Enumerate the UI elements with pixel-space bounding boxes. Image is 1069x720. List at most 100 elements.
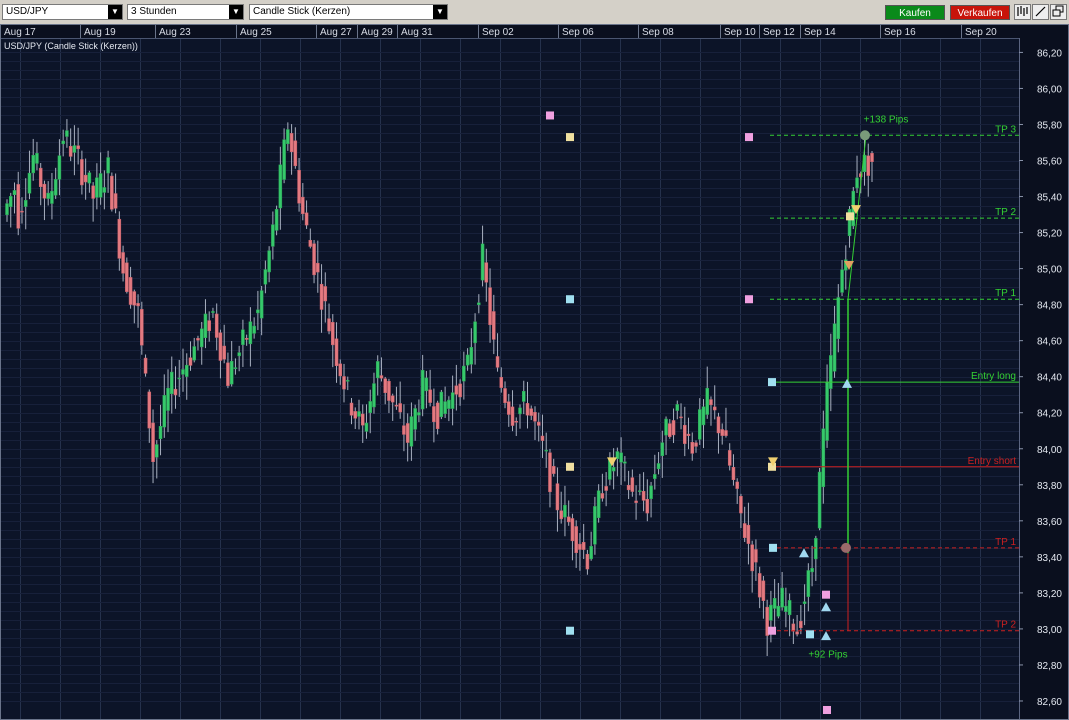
interval-select[interactable]: 3 Stunden ▼ [127,4,244,20]
candle-down [91,185,95,199]
chart-style-select[interactable]: Candle Stick (Kerzen) ▼ [249,4,448,20]
candle-down [570,518,575,542]
candle-down [683,424,687,444]
candle-down [548,452,552,493]
y-tick-label: 83,20 [1037,589,1062,600]
candle-down [739,496,743,514]
candle-down [581,542,586,550]
candle-up [155,444,159,458]
candle-up [241,329,245,345]
candle-up [181,369,185,375]
candle-up [465,354,470,366]
price-chart[interactable]: Aug 17 Aug 19 Aug 23 Aug 25 Aug 27 Aug 29 Aug … [0,24,1069,720]
signal-square [745,295,753,304]
candle-down [720,429,724,436]
candle-down [110,175,114,210]
level-label: Entry long [971,371,1016,382]
candle-down [147,391,152,429]
signal-square [546,111,554,120]
candle-up [619,452,623,463]
x-tick-label: Sep 16 [884,27,916,38]
candle-up [102,187,107,193]
candle-up [87,172,92,184]
candle-down [83,174,88,183]
candle-up [443,401,447,414]
candle-up [447,399,451,409]
candle-up [170,371,174,395]
candle-down [226,362,230,386]
chart-title: USD/JPY (Candle Stick (Kerzen)) [4,41,138,51]
candle-down [604,486,608,491]
candle-down [390,395,395,403]
candle-up [829,355,833,389]
candle-down [754,549,758,563]
candle-down [742,523,747,538]
candle-down [289,133,294,153]
bars-icon[interactable] [1014,4,1031,20]
candle-down [566,516,571,523]
x-tick-label: Sep 20 [965,27,997,38]
draw-line-icon[interactable] [1032,4,1049,20]
candle-down [514,420,519,423]
candle-down [578,543,582,550]
candle-down [641,490,646,501]
candle-down [574,526,578,553]
y-tick-label: 82,60 [1037,697,1062,708]
bars-icon-glyph [1017,6,1028,16]
candle-up [649,485,653,500]
candle-up [53,179,58,196]
candle-down [757,573,762,598]
candle-down [402,425,406,435]
candle-down [316,262,320,273]
candle-up [817,471,822,529]
x-tick-label: Sep 06 [562,27,594,38]
candle-up [166,387,170,411]
candle-down [870,152,874,162]
sell-button[interactable]: Verkaufen [950,5,1010,20]
candle-down [727,450,732,466]
chevron-down-icon[interactable]: ▼ [229,5,243,19]
candle-up [184,364,189,377]
candle-up [784,605,788,612]
candle-down [207,320,211,332]
candle-down [140,309,144,346]
y-tick-label: 86,00 [1037,84,1062,95]
candle-down [630,477,635,492]
candle-up [439,391,444,418]
signal-square [768,378,776,387]
detach-window-icon-glyph [1052,5,1064,17]
signal-square [822,590,830,599]
candle-up [211,311,215,313]
candle-down [510,406,515,426]
candle-down [799,621,803,629]
candle-up [72,145,77,153]
candle-down [342,376,346,390]
candle-down [136,303,140,307]
x-tick-label: Aug 27 [320,27,352,38]
buy-button[interactable]: Kaufen [885,5,945,20]
candle-up [271,224,275,247]
candle-up [855,177,859,189]
candle-down [218,332,223,361]
symbol-select[interactable]: USD/JPY ▼ [2,4,123,20]
candle-up [480,243,485,281]
chart-canvas[interactable]: Aug 17 Aug 19 Aug 23 Aug 25 Aug 27 Aug 29 Aug … [0,24,1069,720]
chevron-down-icon[interactable]: ▼ [108,5,122,19]
candle-down [600,493,605,499]
candle-up [477,302,481,305]
detach-window-icon[interactable] [1050,4,1067,20]
chevron-down-icon[interactable]: ▼ [433,5,447,19]
x-tick-label: Aug 19 [84,27,116,38]
candle-down [405,423,410,443]
candle-down [117,218,122,259]
candle-down [555,483,560,511]
candle-down [690,442,695,454]
signal-square [745,133,753,142]
candle-up [424,377,429,392]
candle-down [128,277,133,305]
candle-down [214,313,219,338]
y-tick-label: 85,60 [1037,157,1062,168]
y-tick-label: 85,40 [1037,193,1062,204]
candle-down [626,484,631,491]
candle-down [173,388,178,396]
